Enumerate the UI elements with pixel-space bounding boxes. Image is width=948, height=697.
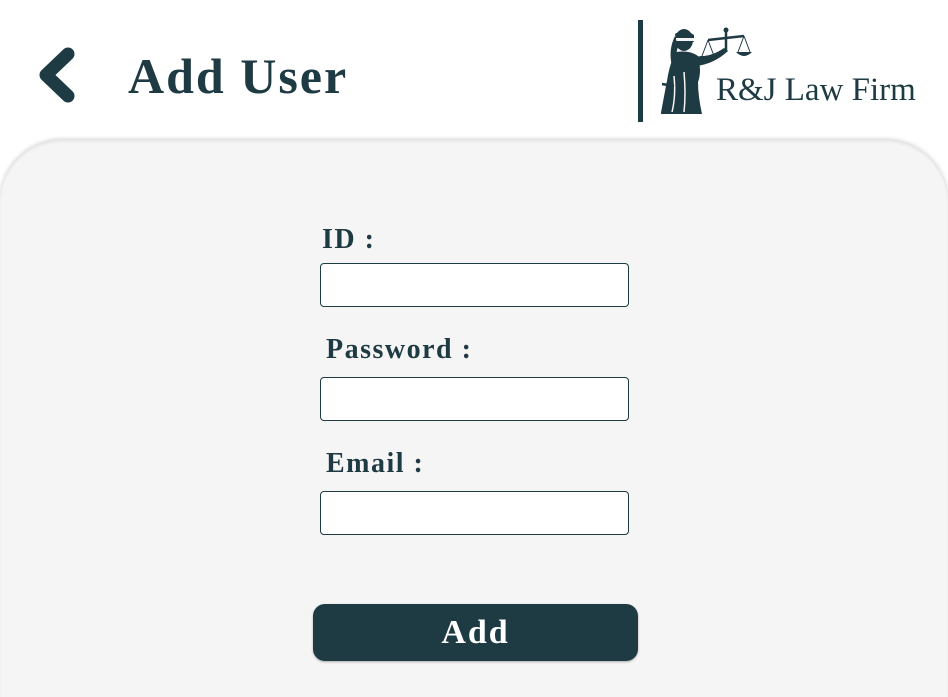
back-button[interactable]	[32, 44, 84, 104]
brand-divider	[638, 20, 643, 122]
brand-name: R&J Law Firm	[716, 72, 916, 108]
brand-block: R&J Law Firm	[638, 20, 928, 124]
page-title: Add User	[128, 48, 349, 104]
add-button[interactable]: Add	[313, 604, 638, 661]
password-input[interactable]	[320, 377, 629, 421]
id-input[interactable]	[320, 263, 629, 307]
email-input[interactable]	[320, 491, 629, 535]
password-label: Password :	[326, 334, 473, 365]
id-label: ID :	[322, 224, 376, 255]
chevron-left-icon	[32, 44, 84, 104]
email-label: Email :	[326, 448, 425, 479]
